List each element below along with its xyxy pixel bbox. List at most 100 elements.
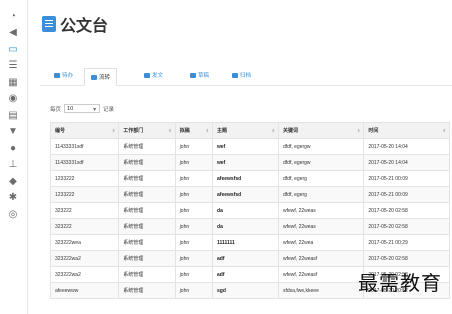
table-cell: john [174,202,214,219]
table-cell: adf [212,266,280,283]
table-cell: wfewf, 22weasf [278,250,365,267]
table-cell: dfdf, egergw [278,154,365,171]
table-cell: da [212,202,280,219]
chat-icon[interactable]: ◆ [6,175,20,187]
table-cell: dfdf, egergw [278,138,365,155]
table-row[interactable]: 1233222 系统管理 john afeewsfsd dfdf, egerg 2017-… [49,186,450,203]
tab-label: 草稿 [198,73,210,79]
column-header-label: 关键词 [283,128,299,134]
table-header-row: 编号 ⇕ 工作部门 ⇕ 拟稿 ⇕ 主题 ⇕ 关键词 ⇕ 时间 ⇕ [49,122,450,139]
table-cell: 系统管理 [118,266,176,283]
tab-label: 归档 [240,73,252,79]
table-cell: afeewsfsd [212,186,280,203]
user-icon[interactable]: ● [6,142,20,154]
column-header-label: 工作部门 [123,128,144,134]
table-cell: john [174,234,214,251]
watermark: 最需教育 [358,271,442,295]
page-size-suffix: 记录 [103,106,115,113]
table-cell: 系统管理 [118,170,176,187]
page-size-select[interactable]: 10 ▼ [64,104,101,113]
monitor-icon[interactable]: ▤ [6,109,20,121]
calendar-icon[interactable]: ▦ [6,76,20,88]
table-cell: 323222wa2 [49,250,120,267]
table-cell: wfewf, 22weas [278,218,365,235]
folder-icon[interactable]: ▭ [6,43,20,55]
table-cell: 系统管理 [118,250,176,267]
column-header-label: 主题 [217,128,228,134]
sort-icon: ⇕ [356,128,361,133]
table-cell: 系统管理 [118,138,176,155]
tab-label: 待办 [62,73,74,79]
table-cell: wfewf, 22wea [278,234,365,251]
table-row[interactable]: 323222wa2 系统管理 john adf wfewf, 22weasf 2017-0… [49,250,450,267]
tab-label: 流转 [99,75,111,81]
sort-icon: ⇕ [168,128,172,133]
table-cell: 2017-05-21 00:29 [363,234,450,251]
tab-icon [190,72,196,78]
table-cell: john [174,138,214,155]
table-cell: 2017-05-21 00:09 [363,170,450,187]
column-header[interactable]: 拟稿 ⇕ [174,122,214,139]
table-cell: sgd [212,282,280,299]
table-cell: wfewf, 22weasf [278,266,365,283]
sort-icon: ⇕ [111,128,116,133]
table-cell: 系统管理 [118,154,176,171]
megaphone-icon[interactable]: ◀ [6,27,20,39]
column-header-label: 编号 [55,128,66,134]
table-cell: 2017-05-20 02:58 [363,250,450,267]
column-header[interactable]: 主题 ⇕ [212,122,280,139]
document-icon [42,16,56,32]
table-cell: 2017-05-20 02:58 [363,202,450,219]
tab-3[interactable]: 草稿 [184,69,215,81]
table-cell: 1111111 [212,234,280,251]
table-cell: john [174,218,214,235]
table-cell: 2017-05-20 14:04 [363,138,450,155]
filter-icon[interactable]: ▼ [6,126,20,138]
table-cell: 2017-05-21 00:09 [363,186,450,203]
table-cell: 323222 [49,218,120,235]
table-row[interactable]: 323222 系统管理 john da wfewf, 22weas 2017-05-20 … [49,202,450,219]
table-cell: 系统管理 [118,186,176,203]
tab-icon [144,72,150,78]
table-row[interactable]: 1233222 系统管理 john afeewsfsd dfdf, egerg 2017-… [49,170,450,187]
table-cell: adf [212,250,280,267]
globe-icon[interactable]: ◎ [6,208,20,220]
table-cell: wef [212,154,280,171]
table-row[interactable]: 11433331sdf 系统管理 john wef dfdf, egergw 2017-0… [49,154,450,171]
org-chart-icon[interactable]: ⊥ [6,159,20,171]
tab-icon [54,72,60,78]
table-cell: wef [212,138,280,155]
table-cell: da [212,218,280,235]
column-header[interactable]: 编号 ⇕ [49,122,120,139]
table-cell: afeewsfsd [212,170,280,187]
table-cell: john [174,250,214,267]
column-header[interactable]: 时间 ⇕ [363,122,450,139]
tab-bar: 待办 流转 发文 草稿 归档 [40,67,452,86]
table-cell: sfdsa,fwe,kkeee [278,282,365,299]
table-cell: 1233222 [49,170,120,187]
table-cell: john [174,154,214,171]
tab-1[interactable]: 流转 [84,68,118,86]
table-row[interactable]: 323222 系统管理 john da wfewf, 22weas 2017-05-20 … [49,218,450,235]
table-row[interactable]: 11433331sdf 系统管理 john wef dfdf, egergw 2017-0… [49,138,450,155]
gear-icon[interactable]: ✱ [6,192,20,204]
table-cell: 系统管理 [118,202,176,219]
dashboard-icon[interactable]: ◔ [6,10,20,22]
page-title-text: 公文台 [60,18,109,35]
table-cell: wfewf, 22weas [278,202,365,219]
table-cell: john [174,186,214,203]
tab-2[interactable]: 发文 [138,69,169,81]
sort-icon: ⇕ [205,128,210,133]
table-cell: 2017-05-20 14:04 [363,154,450,171]
table-row[interactable]: 323222wea 系统管理 john 1111111 wfewf, 22wea 2017… [49,234,450,251]
table-cell: dfdf, egerg [278,170,365,187]
target-icon[interactable]: ◉ [6,93,20,105]
table-cell: john [174,282,214,299]
tab-0[interactable]: 待办 [48,69,79,81]
column-header[interactable]: 工作部门 ⇕ [118,122,176,139]
tab-4[interactable]: 归档 [226,69,257,81]
page-size-prefix: 每页 [50,106,62,113]
column-header[interactable]: 关键词 ⇕ [278,122,365,139]
page-size-control: 每页 10 ▼ 记录 [50,104,114,113]
list-icon[interactable]: ☰ [6,60,20,72]
